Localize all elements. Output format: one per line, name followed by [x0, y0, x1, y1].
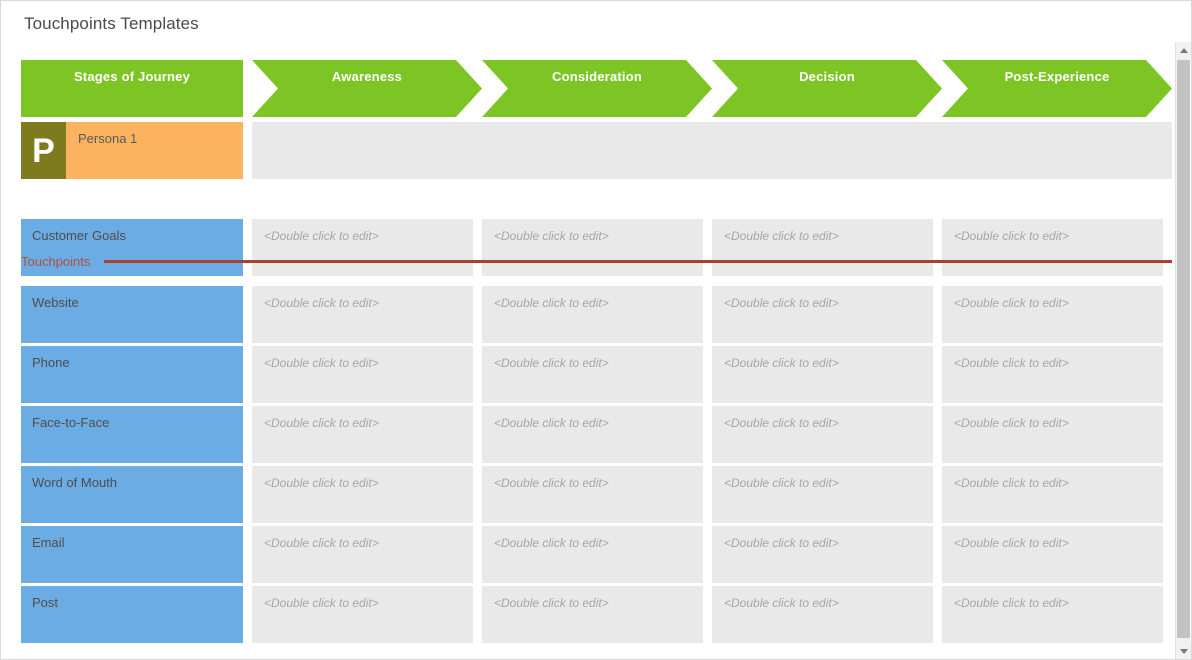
touchpoint-cell[interactable]: <Double click to edit>	[482, 466, 703, 523]
vertical-scrollbar[interactable]	[1175, 42, 1191, 659]
touchpoint-row: Phone <Double click to edit> <Double click…	[2, 346, 1178, 406]
touchpoint-cell[interactable]: <Double click to edit>	[712, 586, 933, 643]
touchpoint-cell[interactable]: <Double click to edit>	[712, 406, 933, 463]
stage-header-block[interactable]: Stages of Journey	[21, 60, 243, 117]
touchpoint-cell[interactable]: <Double click to edit>	[482, 346, 703, 403]
touchpoint-cell[interactable]: <Double click to edit>	[252, 466, 473, 523]
touchpoint-cell[interactable]: <Double click to edit>	[712, 346, 933, 403]
touchpoint-cell[interactable]: <Double click to edit>	[482, 406, 703, 463]
touchpoint-cell[interactable]: <Double click to edit>	[252, 586, 473, 643]
touchpoint-cell[interactable]: <Double click to edit>	[942, 286, 1163, 343]
page-title: Touchpoints Templates	[24, 14, 199, 33]
stage-block-post-experience[interactable]: Post-Experience	[942, 60, 1172, 117]
touchpoint-cell[interactable]: <Double click to edit>	[482, 286, 703, 343]
touchpoint-cell[interactable]: <Double click to edit>	[252, 526, 473, 583]
persona-name[interactable]: Persona 1	[66, 122, 243, 179]
stage-block-decision[interactable]: Decision	[712, 60, 942, 117]
scroll-up-button[interactable]	[1176, 42, 1191, 58]
touchpoint-cell[interactable]: <Double click to edit>	[252, 346, 473, 403]
row-label-website[interactable]: Website	[21, 286, 243, 343]
touchpoint-cell[interactable]: <Double click to edit>	[712, 286, 933, 343]
row-label-post[interactable]: Post	[21, 586, 243, 643]
touchpoint-row: Face-to-Face <Double click to edit> <Doubl…	[2, 406, 1178, 466]
touchpoint-cell[interactable]: <Double click to edit>	[942, 466, 1163, 523]
touchpoint-cell[interactable]: <Double click to edit>	[712, 466, 933, 523]
stage-block-awareness[interactable]: Awareness	[252, 60, 482, 117]
touchpoint-row: Post <Double click to edit> <Double click …	[2, 586, 1178, 646]
journey-board: Stages of Journey Awareness Consideratio…	[2, 41, 1178, 659]
scroll-down-button[interactable]	[1176, 643, 1191, 659]
touchpoint-cell[interactable]: <Double click to edit>	[712, 526, 933, 583]
touchpoint-cell[interactable]: <Double click to edit>	[482, 526, 703, 583]
persona-badge-icon: P	[21, 122, 66, 179]
touchpoint-row: Website <Double click to edit> <Double cli…	[2, 286, 1178, 346]
persona-description-cell[interactable]	[252, 122, 1172, 179]
scrollbar-thumb[interactable]	[1177, 60, 1190, 638]
stage-block-consideration[interactable]: Consideration	[482, 60, 712, 117]
triangle-up-icon	[1179, 47, 1188, 53]
touchpoint-cell[interactable]: <Double click to edit>	[252, 406, 473, 463]
journey-map-canvas: Touchpoints Templates Stages of Journey …	[0, 0, 1192, 660]
touchpoint-rows: Website <Double click to edit> <Double cli…	[2, 286, 1178, 646]
touchpoint-row: Word of Mouth <Double click to edit> <Doub…	[2, 466, 1178, 526]
touchpoint-cell[interactable]: <Double click to edit>	[942, 526, 1163, 583]
touchpoint-row: Email <Double click to edit> <Double click…	[2, 526, 1178, 586]
touchpoints-section-label: Touchpoints	[21, 253, 91, 269]
row-label-face-to-face[interactable]: Face-to-Face	[21, 406, 243, 463]
row-label-email[interactable]: Email	[21, 526, 243, 583]
persona-row: P Persona 1	[2, 122, 1178, 179]
touchpoint-cell[interactable]: <Double click to edit>	[942, 346, 1163, 403]
touchpoint-cell[interactable]: <Double click to edit>	[482, 586, 703, 643]
row-label-phone[interactable]: Phone	[21, 346, 243, 403]
touchpoints-section-divider: Touchpoints	[21, 251, 1172, 271]
touchpoint-cell[interactable]: <Double click to edit>	[252, 286, 473, 343]
touchpoint-cell[interactable]: <Double click to edit>	[942, 406, 1163, 463]
touchpoint-cell[interactable]: <Double click to edit>	[942, 586, 1163, 643]
persona-label-block[interactable]: P Persona 1	[21, 122, 243, 179]
triangle-down-icon	[1179, 648, 1188, 654]
row-label-word-of-mouth[interactable]: Word of Mouth	[21, 466, 243, 523]
stages-of-journey-row: Stages of Journey Awareness Consideratio…	[2, 60, 1178, 117]
divider-rule	[104, 259, 1172, 263]
